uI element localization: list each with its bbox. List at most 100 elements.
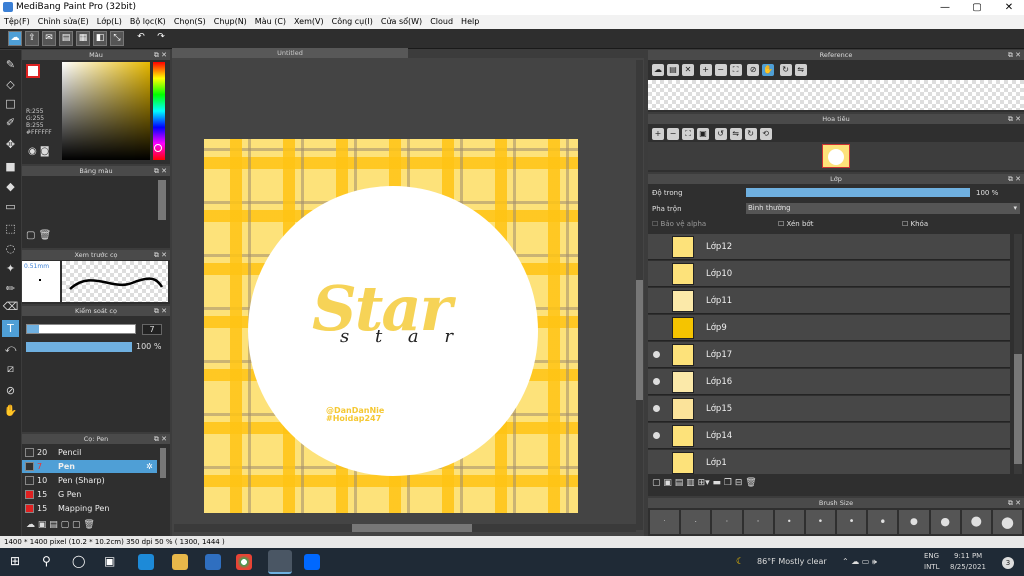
lock-checkbox[interactable]: ☐ Khóa [902, 220, 928, 228]
transform-icon[interactable]: ⤡ [110, 31, 124, 46]
select-tool-icon[interactable]: ⬚ [2, 220, 19, 237]
menu-tools[interactable]: Công cụ(I) [332, 15, 373, 29]
brush-item[interactable]: 20 Pencil [22, 446, 157, 459]
close-button[interactable]: ✕ [994, 0, 1024, 15]
visibility-eye-icon[interactable] [653, 405, 660, 412]
gradient-tool-icon[interactable]: ▭ [2, 198, 19, 215]
flip-icon[interactable]: ⇋ [794, 64, 807, 76]
primary-color-swatch[interactable] [26, 64, 40, 78]
operation-tool-icon[interactable]: ⤺ [2, 340, 19, 357]
panel-close-icon[interactable]: ⧉ ✕ [154, 306, 167, 316]
menu-help[interactable]: Help [461, 15, 479, 29]
eyedropper-icon[interactable]: ⊘ [747, 64, 760, 76]
brush-size-cell[interactable]: • [868, 510, 898, 534]
blend-mode-select[interactable]: Bình thường ▾ [746, 203, 1020, 214]
chrome-icon[interactable] [236, 554, 252, 570]
palette-add-icon[interactable]: ▢ 🗑 [26, 230, 51, 241]
menu-view[interactable]: Xem(V) [294, 15, 324, 29]
brush-size-cell[interactable]: · [712, 510, 742, 534]
fit-icon[interactable]: ⛶ [682, 128, 694, 140]
brush-list-scrollbar[interactable] [160, 448, 166, 478]
brush-size-cell[interactable]: ● [930, 510, 960, 534]
menu-layer[interactable]: Lớp(L) [97, 15, 122, 29]
navigator-thumbnail[interactable] [822, 144, 850, 168]
lasso-tool-icon[interactable]: ◌ [2, 240, 19, 257]
reset-icon[interactable]: ⟲ [759, 128, 772, 140]
visibility-eye-icon[interactable] [653, 432, 660, 439]
brush-add-icon[interactable]: ☁ ▣ ▤ ▢ ▢ 🗑 [26, 520, 95, 530]
hide-icon[interactable]: ◧ [93, 31, 107, 46]
palette-scrollbar[interactable] [158, 180, 166, 220]
divide-tool-icon[interactable]: ⧄ [2, 360, 19, 377]
export-icon[interactable]: ⇪ [25, 31, 39, 46]
undo-icon[interactable]: ↶ [134, 31, 148, 46]
mail-icon[interactable] [205, 554, 221, 570]
canvas-tab[interactable]: Untitled [172, 48, 408, 58]
add-dropdown-icon[interactable]: ⊞▾ [698, 478, 710, 488]
layer-row[interactable]: Lớp10 [648, 261, 1010, 287]
brush-size-cell[interactable]: • [805, 510, 836, 534]
layer-opacity-slider[interactable] [746, 188, 970, 197]
panel-close-icon[interactable]: ⧉ ✕ [1008, 114, 1021, 124]
layer-row[interactable]: Lớp16 [648, 369, 1010, 395]
close-icon[interactable]: ✕ [682, 64, 694, 76]
clipping-checkbox[interactable]: ☐ Xén bớt [778, 220, 813, 228]
select-pen-icon[interactable]: ✏ [2, 280, 19, 297]
secondary-color-swatch[interactable] [28, 86, 42, 100]
tray-icons[interactable]: ⌃ ☁ ▭ 🕪 [842, 557, 877, 567]
fit-icon[interactable]: ⛶ [729, 64, 742, 76]
layer-row[interactable]: Lớp12 [648, 234, 1010, 260]
merge-icon[interactable]: ⊟ [735, 478, 743, 488]
brush-size-cell[interactable]: · [681, 510, 711, 534]
brush-size-slider[interactable] [26, 324, 136, 334]
zoom-out-icon[interactable]: − [714, 64, 727, 76]
minimize-button[interactable]: — [930, 0, 960, 15]
panel-close-icon[interactable]: ⧉ ✕ [1008, 498, 1021, 508]
brush-size-value[interactable]: 7 [142, 324, 162, 335]
menu-edit[interactable]: Chỉnh sửa(E) [38, 15, 89, 29]
gear-icon[interactable]: ✲ [146, 460, 153, 473]
brush-size-cell[interactable]: · [743, 510, 773, 534]
brush-opacity-slider[interactable] [26, 342, 132, 352]
delete-layer-icon[interactable]: 🗑 [745, 478, 756, 488]
task-view-icon[interactable]: ◯ [72, 554, 88, 570]
protect-alpha-checkbox[interactable]: ☐ Bảo vệ alpha [652, 220, 706, 228]
panel-close-icon[interactable]: ⧉ ✕ [154, 250, 167, 260]
rotate-right-icon[interactable]: ↻ [744, 128, 757, 140]
panel-close-icon[interactable]: ⧉ ✕ [154, 434, 167, 444]
new-layer-icon[interactable]: ▢ [652, 478, 661, 488]
grid-icon[interactable]: ▦ [76, 31, 90, 46]
brush-size-cell[interactable]: · [650, 510, 680, 534]
move-tool-icon[interactable]: ✥ [2, 136, 19, 153]
widgets-icon[interactable]: ▣ [104, 554, 120, 570]
windows-start-icon[interactable]: ⊞ [10, 554, 26, 570]
brush-size-cell[interactable]: ● [899, 510, 929, 534]
brush-item[interactable]: 15 Mapping Pen [22, 502, 157, 515]
edge-icon[interactable] [138, 554, 154, 570]
clock-date[interactable]: 8/25/2021 [950, 563, 986, 571]
menu-filter[interactable]: Bộ lọc(K) [130, 15, 166, 29]
maximize-button[interactable]: ▢ [962, 0, 992, 15]
brush-item[interactable]: 10 Pen (Sharp) [22, 474, 157, 487]
search-icon[interactable]: ⚲ [42, 554, 58, 570]
redo-icon[interactable]: ↷ [154, 31, 168, 46]
notification-badge[interactable]: 3 [1002, 557, 1014, 569]
menu-color[interactable]: Màu (C) [255, 15, 286, 29]
actual-size-icon[interactable]: ▣ [697, 128, 709, 140]
saturation-value-picker[interactable] [62, 62, 150, 160]
cloud-icon[interactable]: ☁ [8, 31, 22, 46]
text-tool-icon[interactable]: T [2, 320, 19, 337]
rotate-left-icon[interactable]: ↺ [714, 128, 727, 140]
select-eraser-icon[interactable]: ⌫ [2, 298, 19, 315]
brush-item[interactable]: 15 G Pen [22, 488, 157, 501]
brush-item-selected[interactable]: 7 Pen ✲ [22, 460, 157, 473]
bucket-tool-icon[interactable]: ◆ [2, 178, 19, 195]
menu-snap[interactable]: Chụp(N) [214, 15, 247, 29]
palette-icon[interactable]: ◉ ◙ [28, 146, 50, 157]
menu-select[interactable]: Chọn(S) [174, 15, 206, 29]
new-1bit-icon[interactable]: ▥ [686, 478, 695, 488]
file-explorer-icon[interactable] [172, 554, 188, 570]
rect-tool-icon[interactable]: □ [2, 95, 19, 112]
zoom-in-icon[interactable]: + [652, 128, 664, 140]
brush-size-cell[interactable]: ● [961, 510, 991, 534]
